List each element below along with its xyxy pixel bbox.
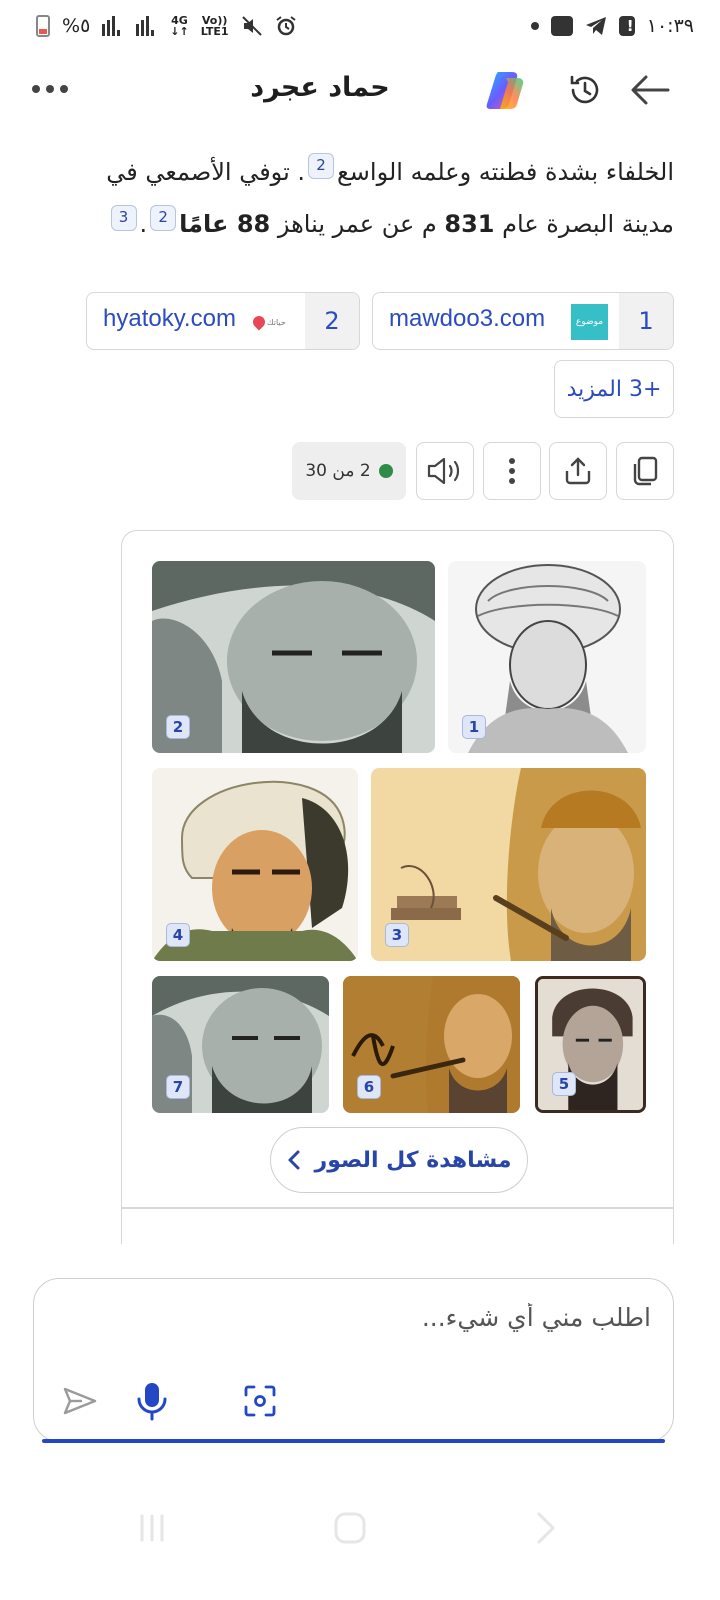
portrait-image-icon bbox=[371, 768, 646, 961]
back-chevron-icon bbox=[537, 1512, 555, 1544]
divider bbox=[122, 1207, 673, 1209]
camera-scan-icon bbox=[244, 1385, 276, 1417]
gallery-image-2[interactable]: 2 bbox=[152, 561, 435, 753]
chat-content: الخلفاء بشدة فطنته وعلمه الواسع2. توفي ا… bbox=[0, 130, 720, 1244]
image-badge: 1 bbox=[462, 715, 486, 739]
image-badge: 3 bbox=[385, 923, 409, 947]
telegram-icon bbox=[585, 17, 606, 35]
image-badge: 6 bbox=[357, 1075, 381, 1099]
status-dot-icon bbox=[378, 464, 393, 478]
send-icon bbox=[63, 1387, 97, 1415]
home-button[interactable] bbox=[320, 1506, 380, 1550]
recent-apps-icon bbox=[140, 1514, 164, 1542]
image-badge: 4 bbox=[166, 923, 190, 947]
read-aloud-button[interactable] bbox=[416, 442, 474, 500]
image-badge: 2 bbox=[166, 715, 190, 739]
system-nav-bar bbox=[0, 1490, 720, 1570]
copy-button[interactable] bbox=[616, 442, 674, 500]
hyatoky-favicon-icon: حياتك bbox=[250, 313, 295, 331]
answer-segment: الخلفاء بشدة فطنته وعلمه الواسع bbox=[337, 158, 674, 186]
recent-apps-button[interactable] bbox=[122, 1506, 182, 1550]
answer-segment: . توفي الأصمعي في bbox=[106, 158, 306, 186]
citation-badge[interactable]: 2 bbox=[150, 205, 177, 231]
message-composer bbox=[33, 1278, 674, 1443]
answer-line-2: مدينة البصرة عام 831 م عن عمر يناهز 88 ع… bbox=[60, 198, 674, 250]
source-number: 2 bbox=[305, 293, 359, 349]
mute-icon bbox=[241, 16, 262, 36]
gallery-image-6[interactable]: 6 bbox=[343, 976, 520, 1113]
more-vertical-icon bbox=[509, 458, 515, 484]
alert-notification-icon bbox=[618, 16, 635, 36]
source-number: 1 bbox=[619, 293, 673, 349]
copilot-logo-icon bbox=[486, 72, 524, 109]
citation-badge[interactable]: 2 bbox=[308, 153, 335, 179]
share-button[interactable] bbox=[549, 442, 607, 500]
microphone-button[interactable] bbox=[130, 1379, 174, 1423]
answer-line-1: الخلفاء بشدة فطنته وعلمه الواسع2. توفي ا… bbox=[60, 146, 674, 198]
source-domain: hyatoky.com bbox=[103, 305, 236, 332]
signal-icon-2 bbox=[136, 16, 155, 36]
answer-text: الخلفاء بشدة فطنته وعلمه الواسع2. توفي ا… bbox=[60, 146, 674, 250]
back-arrow-icon[interactable] bbox=[628, 72, 672, 108]
signal-icon bbox=[102, 16, 121, 36]
more-sources-button[interactable]: +3 المزيد bbox=[554, 360, 674, 418]
answer-segment: . bbox=[139, 210, 148, 238]
image-badge: 7 bbox=[166, 1075, 190, 1099]
app-header: حماد عجرد bbox=[0, 60, 720, 122]
battery-level: %٥ bbox=[62, 15, 91, 37]
battery-icon bbox=[36, 15, 50, 37]
gallery-image-1[interactable]: 1 bbox=[448, 561, 646, 753]
gallery-image-5[interactable]: 5 bbox=[535, 976, 646, 1113]
history-icon[interactable] bbox=[566, 71, 604, 109]
see-all-label: مشاهدة كل الصور bbox=[314, 1147, 512, 1173]
home-icon bbox=[334, 1512, 366, 1544]
gallery-notification-icon bbox=[550, 16, 573, 36]
network-type: 4G ↓↑ bbox=[170, 14, 189, 38]
notification-dot-icon bbox=[530, 22, 539, 30]
see-all-images-button[interactable]: مشاهدة كل الصور bbox=[270, 1127, 528, 1193]
gallery-image-3[interactable]: 3 bbox=[371, 768, 646, 961]
portrait-image-icon bbox=[152, 561, 435, 753]
answer-segment: م عن عمر يناهز bbox=[277, 210, 437, 238]
alarm-icon bbox=[275, 16, 296, 36]
citation-badge[interactable]: 3 bbox=[110, 205, 137, 231]
clock: ١٠:٣٩ bbox=[646, 15, 694, 37]
more-options-icon[interactable] bbox=[32, 74, 80, 104]
counter-label: 2 من 30 bbox=[305, 461, 371, 481]
copy-icon bbox=[633, 456, 658, 486]
speaker-icon bbox=[427, 457, 460, 485]
volte-indicator: Vo)) LTE1 bbox=[200, 14, 229, 38]
chat-input[interactable] bbox=[64, 1303, 651, 1332]
message-counter: 2 من 30 bbox=[292, 442, 406, 500]
mawdoo3-favicon-icon: موضوع bbox=[571, 304, 608, 340]
more-actions-button[interactable] bbox=[483, 442, 541, 500]
answer-segment: مدينة البصرة عام bbox=[502, 210, 674, 238]
source-card-mawdoo3[interactable]: 1 موضوع mawdoo3.com bbox=[372, 292, 674, 350]
camera-scan-button[interactable] bbox=[238, 1379, 282, 1423]
share-icon bbox=[565, 457, 591, 485]
status-bar: %٥ 4G↓↑ Vo))LTE1 ١٠:٣٩ bbox=[0, 0, 720, 52]
microphone-icon bbox=[137, 1383, 167, 1421]
page-title: حماد عجرد bbox=[250, 72, 390, 103]
image-badge: 5 bbox=[552, 1072, 576, 1096]
answer-year: 831 bbox=[444, 210, 495, 238]
image-gallery: 1 2 3 4 5 6 7 مشاهدة كل الصور bbox=[121, 530, 674, 1244]
status-right: ١٠:٣٩ bbox=[530, 15, 694, 37]
answer-age: 88 عامًا bbox=[179, 210, 271, 238]
gallery-image-4[interactable]: 4 bbox=[152, 768, 358, 961]
send-button[interactable] bbox=[58, 1379, 102, 1423]
source-card-hyatoky[interactable]: 2 حياتك hyatoky.com bbox=[86, 292, 360, 350]
source-domain: mawdoo3.com bbox=[389, 305, 546, 332]
chevron-left-icon bbox=[288, 1150, 300, 1170]
back-button[interactable] bbox=[516, 1506, 576, 1550]
status-left: %٥ 4G ↓↑ Vo)) LTE1 bbox=[36, 15, 297, 37]
gallery-image-7[interactable]: 7 bbox=[152, 976, 329, 1113]
